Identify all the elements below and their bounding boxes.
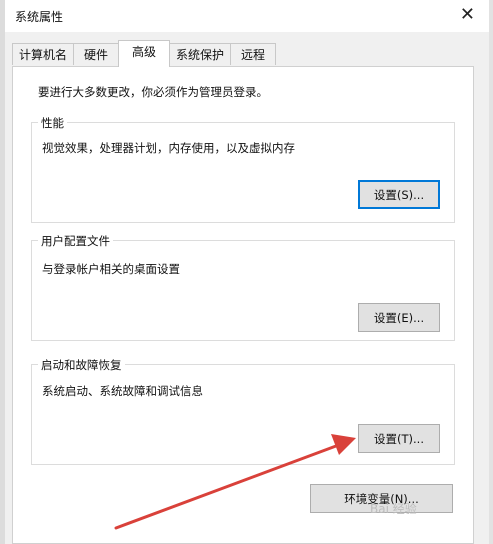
tab-advanced[interactable]: 高级 bbox=[118, 40, 170, 67]
watermark-logo: Bai 经验 bbox=[370, 502, 417, 516]
annotation-arrow bbox=[114, 434, 356, 530]
